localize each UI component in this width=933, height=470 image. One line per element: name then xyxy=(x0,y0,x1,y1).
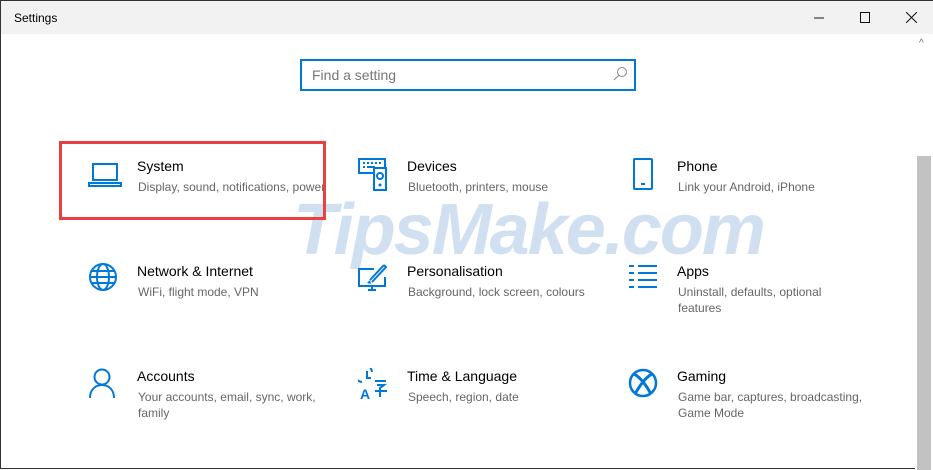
tile-description: Game bar, captures, broadcasting, Game M… xyxy=(678,390,863,420)
apps-list-icon xyxy=(629,265,657,288)
tile-devices[interactable]: Devices Bluetooth, printers, mouse xyxy=(358,158,618,228)
tile-label: Phone xyxy=(677,158,718,174)
tile-label: Apps xyxy=(677,263,709,279)
window-title: Settings xyxy=(14,11,58,25)
highlight-box-system xyxy=(59,141,326,220)
tile-accounts[interactable]: Accounts Your accounts, email, sync, wor… xyxy=(88,368,348,438)
scrollbar-thumb[interactable] xyxy=(917,156,931,470)
devices-icon xyxy=(358,158,387,191)
xbox-icon xyxy=(628,368,658,398)
maximize-button[interactable] xyxy=(842,1,888,34)
tile-description: Speech, region, date xyxy=(408,390,519,404)
phone-icon xyxy=(633,158,653,190)
time-language-icon: A xyxy=(358,368,387,402)
tile-label: Personalisation xyxy=(407,263,503,279)
close-button[interactable] xyxy=(888,1,933,34)
person-icon xyxy=(89,368,115,399)
scroll-up-arrow-icon[interactable]: ^ xyxy=(919,38,924,49)
tile-description: Uninstall, defaults, optional features xyxy=(678,285,822,315)
tile-label: Gaming xyxy=(677,368,727,384)
tile-gaming[interactable]: Gaming Game bar, captures, broadcasting,… xyxy=(628,368,888,438)
tile-network-internet[interactable]: Network & Internet WiFi, flight mode, VP… xyxy=(88,263,348,333)
svg-text:A: A xyxy=(360,386,370,402)
tile-description: Background, lock screen, colours xyxy=(408,285,585,299)
tile-personalisation[interactable]: Personalisation Background, lock screen,… xyxy=(358,263,618,333)
tile-apps[interactable]: Apps Uninstall, defaults, optional featu… xyxy=(628,263,888,333)
tile-label: Time & Language xyxy=(407,368,517,384)
scrollbar[interactable]: ^ xyxy=(915,34,933,470)
tile-description: Your accounts, email, sync, work, family xyxy=(138,390,316,420)
title-bar: Settings xyxy=(1,1,933,34)
search-input[interactable] xyxy=(302,61,602,89)
tile-label: Devices xyxy=(407,158,457,174)
tile-description: Bluetooth, printers, mouse xyxy=(408,180,549,194)
search-box[interactable] xyxy=(300,59,636,91)
globe-icon xyxy=(89,263,117,291)
tile-label: Accounts xyxy=(137,368,195,384)
tile-time-language[interactable]: A Time & Language Speech, region, date xyxy=(358,368,618,438)
tile-label: Network & Internet xyxy=(137,263,253,279)
minimize-button[interactable] xyxy=(796,1,842,34)
tile-description: WiFi, flight mode, VPN xyxy=(138,285,259,299)
paintbrush-icon xyxy=(358,264,388,291)
tile-description: Link your Android, iPhone xyxy=(678,180,815,194)
search-icon[interactable] xyxy=(612,66,628,82)
tile-phone[interactable]: Phone Link your Android, iPhone xyxy=(628,158,888,228)
